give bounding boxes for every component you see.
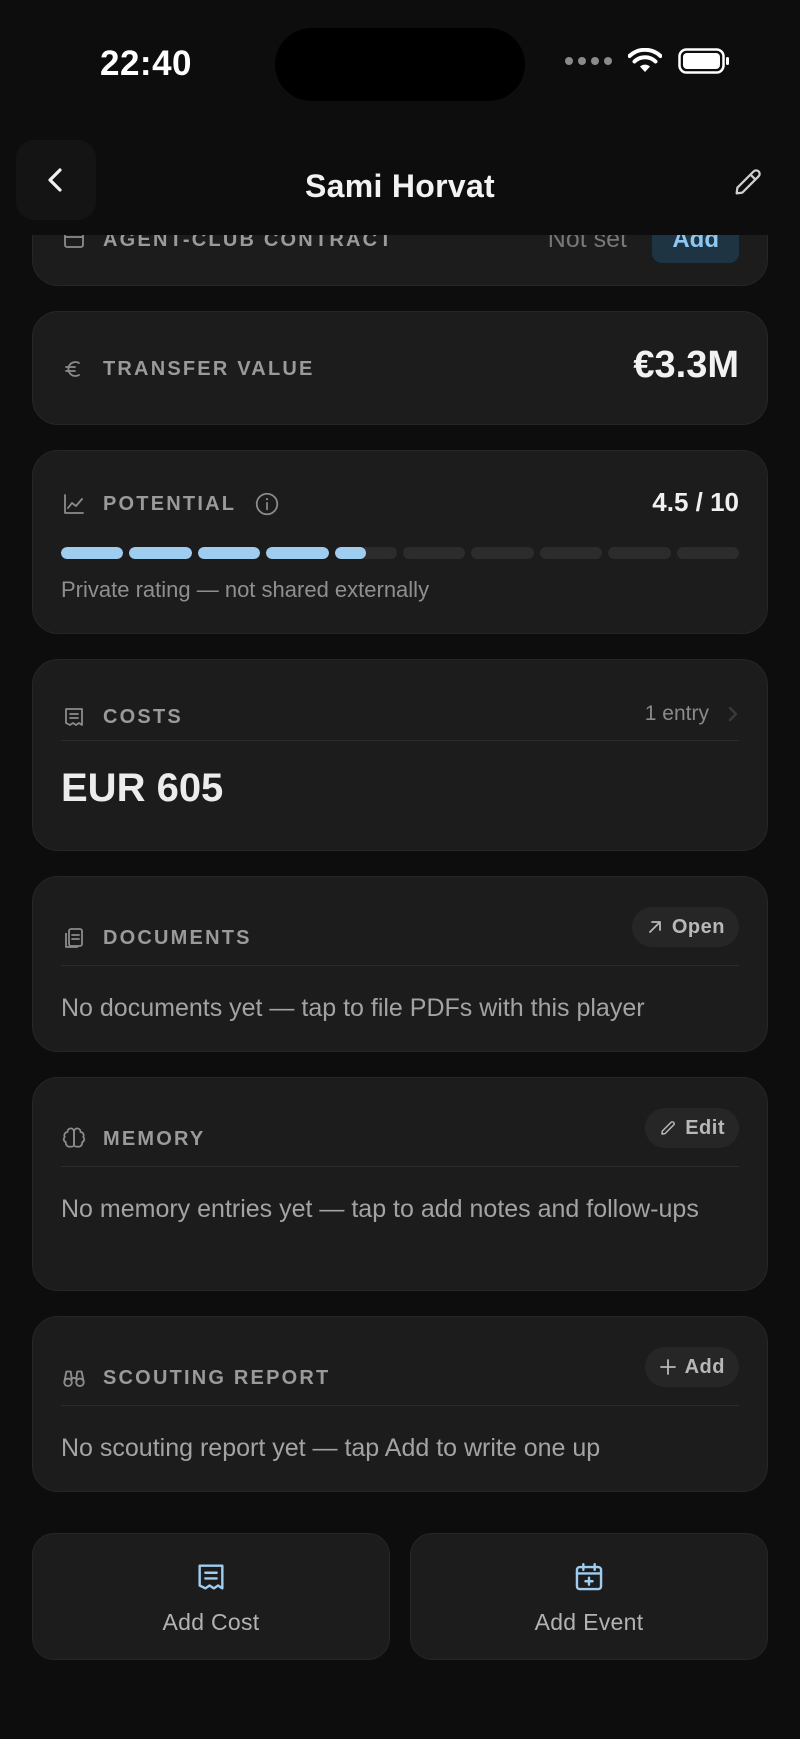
potential-header: POTENTIAL [61,491,739,517]
rating-segment-fill [197,547,261,559]
costs-entries-link[interactable]: 1 entry [645,702,739,726]
costs-label: COSTS [103,705,183,728]
documents-label: DOCUMENTS [103,926,252,949]
add-cost-button[interactable]: Add Cost [32,1533,390,1660]
rating-segment-fill [266,547,329,559]
potential-label: POTENTIAL [103,492,237,515]
costs-total: EUR 605 [61,766,224,810]
receipt-icon [198,1564,224,1590]
documents-icon [61,925,87,951]
costs-card[interactable]: COSTS 1 entry EUR 605 [32,659,768,851]
add-event-label: Add Event [534,1609,644,1635]
memory-header: MEMORY [61,1126,739,1152]
rating-segment[interactable] [129,547,192,559]
rating-segment[interactable] [676,547,740,559]
scouting-empty-text: No scouting report yet — tap Add to writ… [61,1434,601,1462]
rating-segment[interactable] [539,547,603,559]
trend-chart-icon [61,491,87,517]
transfer-value-card[interactable]: TRANSFER VALUE €3.3M [32,311,768,425]
memory-divider [61,1166,739,1167]
plus-icon [659,1359,676,1375]
rating-segment[interactable] [608,547,671,559]
costs-header: COSTS [61,704,739,730]
memory-empty-text: No memory entries yet — tap to add notes… [61,1195,699,1223]
potential-note: Private rating — not shared externally [61,577,430,602]
rating-segment[interactable] [197,547,261,559]
receipt-icon [61,704,87,730]
add-cost-label: Add Cost [162,1609,260,1635]
rating-segment[interactable] [266,547,329,559]
scouting-divider [61,1405,739,1406]
rating-segment-fill [129,547,192,559]
brain-icon [61,1126,87,1152]
rating-segment-fill [61,547,124,559]
add-scouting-report-button[interactable]: Add [644,1347,739,1387]
battery-icon [678,48,729,74]
rating-segment[interactable] [403,547,466,559]
nav-bar: Sami Horvat [0,130,800,235]
cellular-signal-icon [565,57,612,65]
chevron-right-icon [728,706,738,722]
edit-memory-button[interactable]: Edit [645,1108,739,1148]
calendar-plus-icon [575,1563,603,1591]
rating-segment[interactable] [61,547,124,559]
documents-card[interactable]: DOCUMENTS Open No documents yet — tap to… [32,876,768,1052]
open-documents-label: Open [671,915,725,938]
scouting-header: SCOUTING REPORT [61,1365,739,1391]
add-scouting-label: Add [684,1355,725,1378]
status-icons [565,48,730,74]
info-icon[interactable] [254,491,280,517]
wifi-icon [628,48,662,72]
scouting-label: SCOUTING REPORT [103,1366,331,1389]
memory-label: MEMORY [103,1127,206,1150]
page-title: Sami Horvat [304,168,496,204]
costs-count: 1 entry [644,702,709,725]
euro-icon [61,356,87,382]
rating-segment-fill [334,547,366,559]
costs-divider [61,740,739,741]
potential-score: 4.5 / 10 [652,487,739,517]
pencil-icon [735,169,761,195]
documents-empty-text: No documents yet — tap to file PDFs with… [61,994,645,1022]
potential-rating-bar[interactable] [61,547,740,559]
status-time: 22:40 [100,44,193,83]
rating-segment[interactable] [471,547,534,559]
memory-card[interactable]: MEMORY Edit No memory entries yet — tap … [32,1077,768,1291]
arrow-up-right-icon [648,921,661,933]
add-event-button[interactable]: Add Event [410,1533,768,1660]
player-detail-screen: 22:40 AGENT-CLUB CONTRACT Not set Add Sa… [0,0,800,1739]
dynamic-island [275,28,525,101]
transfer-label: TRANSFER VALUE [103,357,315,380]
potential-card[interactable]: POTENTIAL 4.5 / 10 Private rating — not … [32,450,768,634]
edit-memory-label: Edit [685,1116,725,1139]
binoculars-icon [61,1365,87,1391]
pencil-icon [661,1121,676,1135]
transfer-value: €3.3M [633,344,739,386]
rating-segment[interactable] [334,547,398,559]
open-documents-button[interactable]: Open [631,907,739,947]
documents-divider [61,965,739,966]
status-bar: 22:40 [0,0,800,130]
scouting-report-card[interactable]: SCOUTING REPORT Add No scouting report y… [32,1316,768,1492]
edit-player-button[interactable] [726,160,770,204]
